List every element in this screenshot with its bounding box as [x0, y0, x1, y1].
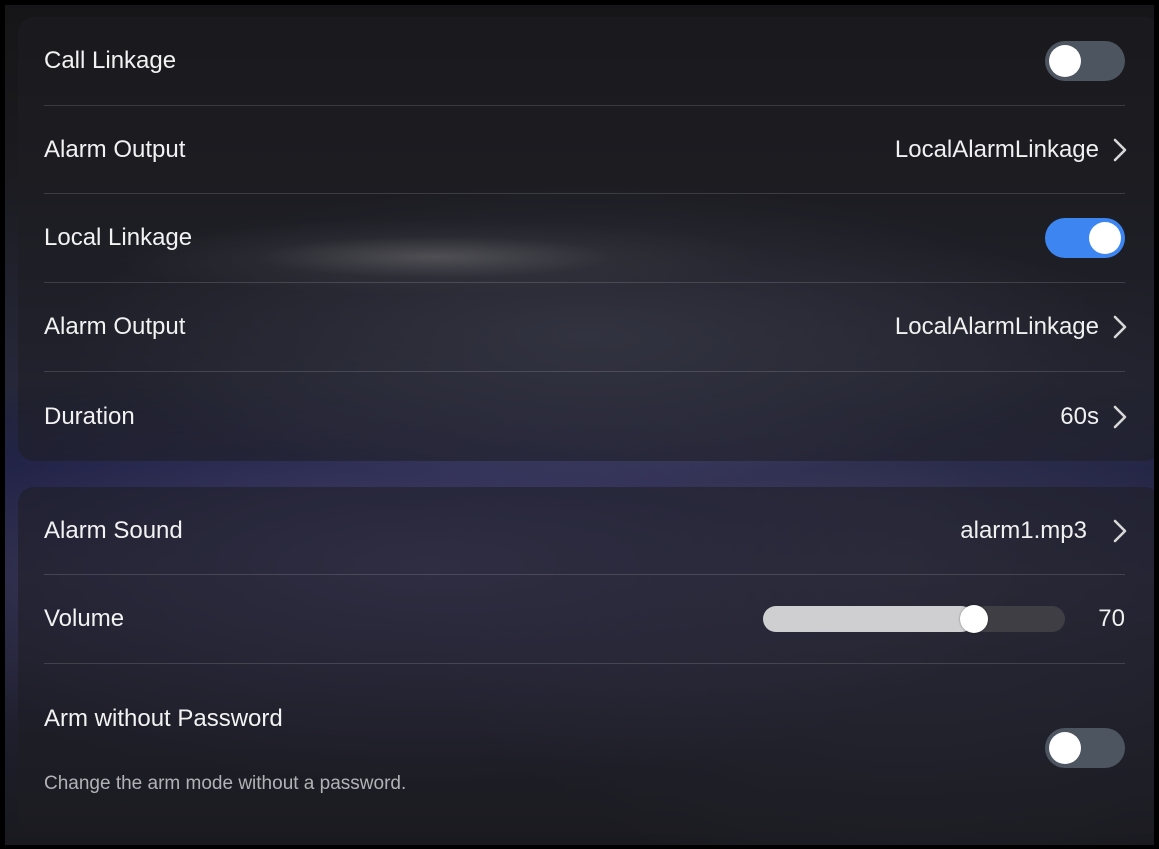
settings-screen: Call Linkage Alarm Output LocalAlarmLink…: [5, 5, 1154, 845]
duration-value: 60s: [1060, 402, 1099, 430]
duration-row[interactable]: Duration 60s: [44, 372, 1127, 461]
chevron-right-icon: [1109, 516, 1131, 546]
local-linkage-toggle[interactable]: [1045, 218, 1125, 258]
volume-slider[interactable]: [763, 605, 1065, 633]
call-linkage-label: Call Linkage: [44, 47, 177, 74]
chevron-right-icon: [1109, 312, 1131, 342]
call-linkage-toggle[interactable]: [1045, 41, 1125, 81]
volume-row: Volume 70: [44, 575, 1125, 664]
local-linkage-row[interactable]: Local Linkage: [44, 194, 1125, 283]
alarm-sound-row[interactable]: Alarm Sound alarm1.mp3: [44, 487, 1127, 575]
toggle-knob: [1049, 732, 1081, 764]
sound-settings-card: Alarm Sound alarm1.mp3 Volume 70 Arm wit…: [18, 487, 1154, 834]
alarm-output-row-2[interactable]: Alarm Output LocalAlarmLinkage: [44, 283, 1127, 372]
arm-without-password-row[interactable]: Arm without Password Change the arm mode…: [44, 664, 1125, 834]
alarm-output-value: LocalAlarmLinkage: [894, 313, 1099, 340]
toggle-knob: [1089, 222, 1121, 254]
arm-without-password-description: Change the arm mode without a password.: [44, 773, 407, 794]
chevron-right-icon: [1109, 135, 1131, 165]
duration-label: Duration: [44, 402, 135, 430]
local-linkage-label: Local Linkage: [44, 224, 193, 251]
alarm-output-value: LocalAlarmLinkage: [894, 135, 1099, 163]
arm-without-password-toggle[interactable]: [1045, 728, 1125, 768]
arm-without-password-label: Arm without Password: [44, 705, 283, 732]
alarm-output-label: Alarm Output: [44, 135, 186, 163]
volume-slider-thumb[interactable]: [960, 605, 989, 633]
alarm-output-row-1[interactable]: Alarm Output LocalAlarmLinkage: [44, 106, 1127, 194]
arm-without-password-text: Arm without Password Change the arm mode…: [44, 664, 406, 795]
volume-value: 70: [1098, 605, 1125, 632]
alarm-sound-label: Alarm Sound: [44, 516, 183, 544]
linkage-settings-card: Call Linkage Alarm Output LocalAlarmLink…: [18, 17, 1154, 461]
call-linkage-row[interactable]: Call Linkage: [44, 17, 1125, 106]
volume-label: Volume: [44, 605, 125, 632]
alarm-output-label: Alarm Output: [44, 313, 186, 340]
toggle-knob: [1049, 45, 1081, 77]
alarm-sound-value: alarm1.mp3: [960, 516, 1087, 544]
volume-slider-fill: [763, 606, 975, 632]
chevron-right-icon: [1109, 402, 1131, 432]
